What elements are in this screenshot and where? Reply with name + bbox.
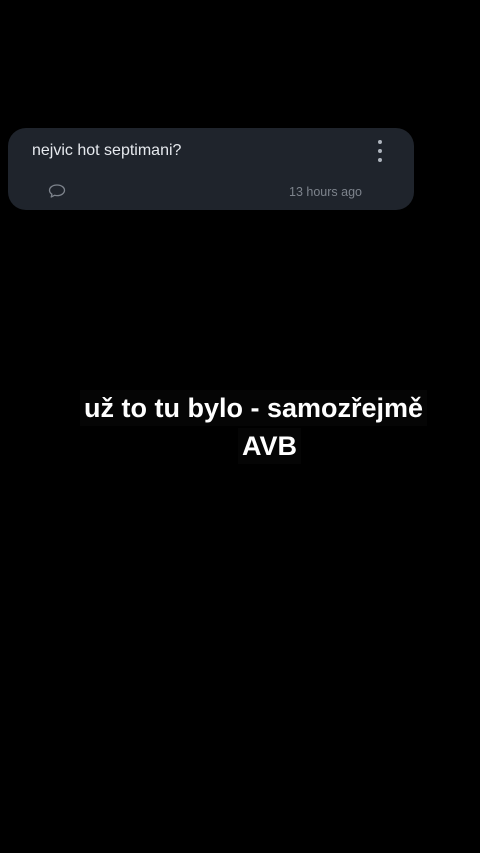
- post-timestamp: 13 hours ago: [289, 185, 362, 199]
- post-card[interactable]: nejvic hot septimani? 13 hours ago: [8, 128, 414, 210]
- screen: nejvic hot septimani? 13 hours ago už to…: [0, 0, 480, 853]
- caption-line-1: už to tu bylo - samozřejmě: [80, 390, 428, 426]
- comment-icon[interactable]: [48, 183, 66, 199]
- more-options-button[interactable]: [374, 140, 386, 162]
- caption-line-2: AVB: [238, 428, 302, 464]
- more-vertical-icon: [378, 140, 382, 144]
- more-vertical-icon-dot: [378, 149, 382, 153]
- post-question: nejvic hot septimani?: [32, 142, 182, 159]
- more-vertical-icon-dot: [378, 158, 382, 162]
